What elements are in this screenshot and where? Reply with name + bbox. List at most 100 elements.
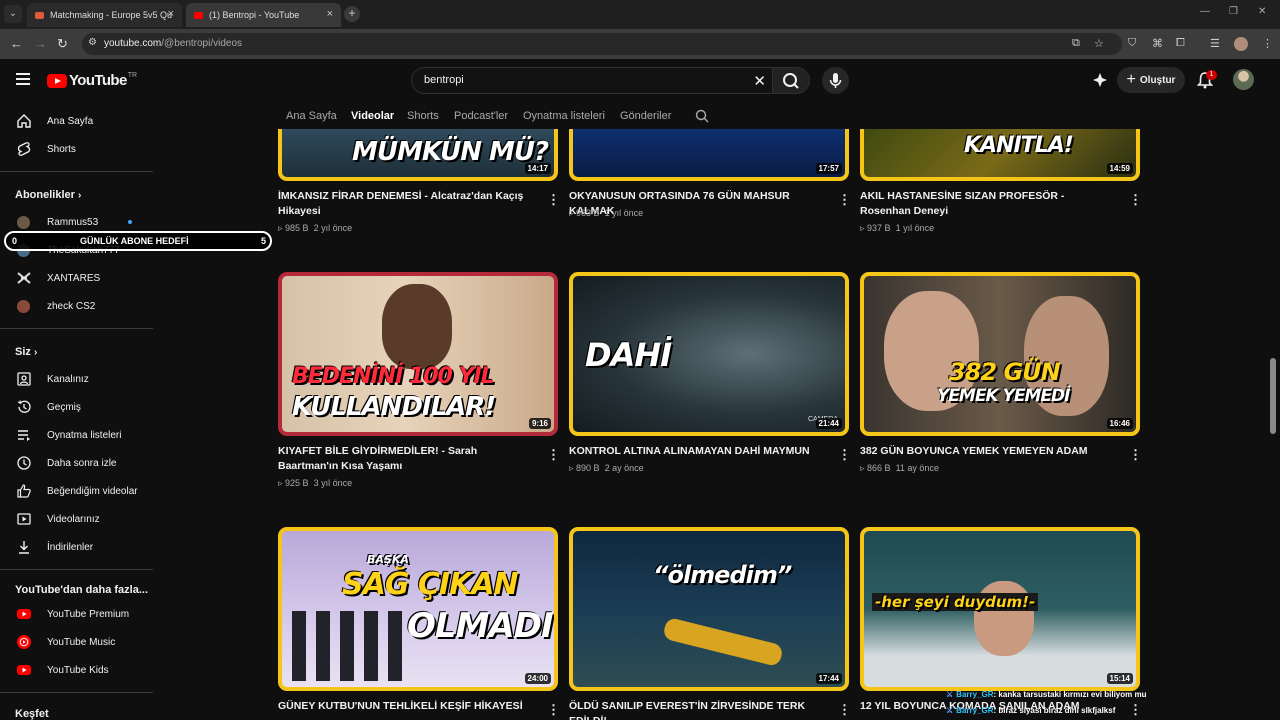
- subscriptions-heading[interactable]: Abonelikler ›: [15, 189, 81, 201]
- maximize-icon[interactable]: ❐: [1229, 6, 1238, 17]
- chat-username: Barry_GR: [956, 706, 994, 715]
- youtube-logo[interactable]: YouTube TR: [47, 72, 137, 89]
- voice-search-button[interactable]: [822, 67, 849, 94]
- site-info-icon[interactable]: ⚙: [88, 37, 97, 48]
- video-title[interactable]: GÜNEY KUTBU'NUN TEHLİKELİ KEŞİF HİKAYESİ: [278, 699, 528, 714]
- sidebar-item-watch-later[interactable]: Daha sonra izle: [0, 451, 158, 475]
- video-title[interactable]: 382 GÜN BOYUNCA YEMEK YEMEYEN ADAM: [860, 444, 1110, 459]
- reload-icon[interactable]: ↻: [57, 36, 68, 52]
- video-views: 925 B: [285, 478, 309, 488]
- video-thumbnail[interactable]: “ölmedim” 17:44: [569, 527, 849, 691]
- sidebar-item-label: YouTube Premium: [47, 608, 130, 620]
- tab-videos[interactable]: Videolar: [351, 110, 394, 122]
- video-title[interactable]: KIYAFET BİLE GİYDİRMEDİLER! - Sarah Baar…: [278, 444, 528, 474]
- history-icon: [16, 399, 32, 415]
- browser-menu-icon[interactable]: ⋮: [1262, 37, 1273, 50]
- sidebar-item-downloads[interactable]: İndirilenler: [0, 535, 158, 559]
- video-thumbnail[interactable]: 382 GÜN YEMEK YEMEDİ 16:46: [860, 272, 1140, 436]
- video-views: 866 B: [867, 463, 891, 473]
- shield-extension-icon[interactable]: ⛉: [1128, 37, 1136, 50]
- video-title[interactable]: ÖLDÜ SANILIP EVEREST'İN ZİRVESİNDE TERK …: [569, 699, 819, 720]
- close-window-icon[interactable]: ✕: [1258, 6, 1266, 17]
- video-menu-icon[interactable]: ⋮: [838, 702, 851, 718]
- tab-posts[interactable]: Gönderiler: [620, 110, 671, 122]
- video-menu-icon[interactable]: ⋮: [1129, 192, 1142, 208]
- watch-later-icon: [16, 455, 32, 471]
- video-menu-icon[interactable]: ⋮: [1129, 702, 1142, 718]
- video-title[interactable]: KONTROL ALTINA ALINAMAYAN DAHİ MAYMUN: [569, 444, 819, 459]
- sidebar-item-your-videos[interactable]: Videolarınız: [0, 507, 158, 531]
- reading-list-icon[interactable]: ☰: [1210, 37, 1220, 50]
- search-button[interactable]: [772, 67, 810, 94]
- puzzle-extension-icon[interactable]: ⧠: [1176, 37, 1185, 50]
- forward-icon[interactable]: →: [34, 36, 47, 51]
- tab-home[interactable]: Ana Sayfa: [286, 110, 337, 122]
- sidebar-item-playlists[interactable]: Oynatma listeleri: [0, 423, 158, 447]
- new-content-dot: [128, 220, 132, 224]
- sidebar-item-youtube-music[interactable]: YouTube Music: [0, 630, 158, 654]
- video-thumbnail[interactable]: MÜMKÜN MÜ? 14:17: [278, 129, 558, 181]
- sidebar-item-youtube-premium[interactable]: YouTube Premium: [0, 602, 158, 626]
- profile-avatar[interactable]: [1234, 37, 1248, 51]
- sidebar-item-xantares[interactable]: XANTARES: [0, 266, 158, 290]
- video-title[interactable]: AKIL HASTANESİNE SIZAN PROFESÖR - Rosenh…: [860, 189, 1110, 219]
- video-thumbnail[interactable]: -her şeyi duydum!- 15:14: [860, 527, 1140, 691]
- video-thumbnail[interactable]: BAŞKA SAĞ ÇIKAN OLMADI 24:00: [278, 527, 558, 691]
- back-icon[interactable]: ←: [10, 36, 23, 51]
- your-videos-icon: [16, 511, 32, 527]
- new-tab-button[interactable]: +: [344, 6, 360, 22]
- tab-playlists[interactable]: Oynatma listeleri: [523, 110, 605, 122]
- sidebar-item-youtube-kids[interactable]: YouTube Kids: [0, 658, 158, 682]
- cast-icon[interactable]: ⧉: [1072, 37, 1080, 50]
- search-input[interactable]: bentropi ✕: [411, 67, 773, 94]
- bookmark-star-icon[interactable]: ☆: [1094, 37, 1104, 50]
- tab-shorts[interactable]: Shorts: [407, 110, 439, 122]
- clear-search-icon[interactable]: ✕: [753, 72, 766, 90]
- url-text: youtube.com/@bentropi/videos: [104, 38, 242, 49]
- video-views: 985 B: [285, 223, 309, 233]
- minimize-icon[interactable]: —: [1200, 6, 1210, 17]
- microphone-icon: [829, 73, 842, 88]
- sidebar-item-history[interactable]: Geçmiş: [0, 395, 158, 419]
- address-bar[interactable]: ⚙ youtube.com/@bentropi/videos ⧉ ☆: [82, 33, 1122, 55]
- sidebar-item-shorts[interactable]: Shorts: [0, 137, 158, 161]
- video-menu-icon[interactable]: ⋮: [547, 447, 560, 463]
- thumbnail-text: KULLANDILAR!: [292, 392, 496, 422]
- youtube-header: YouTube TR bentropi ✕ + Oluştur 1: [0, 59, 1280, 103]
- video-thumbnail[interactable]: DAHİ CAMERA 21:44: [569, 272, 849, 436]
- create-button[interactable]: + Oluştur: [1117, 67, 1185, 93]
- extension-icon[interactable]: ⌘: [1152, 37, 1163, 50]
- video-title[interactable]: İMKANSIZ FİRAR DENEMESİ - Alcatraz'dan K…: [278, 189, 528, 219]
- sidebar-item-your-channel[interactable]: Kanalınız: [0, 367, 158, 391]
- url-host: youtube.com: [104, 38, 162, 49]
- chevron-right-icon: ›: [33, 347, 38, 358]
- video-duration: 24:00: [524, 673, 551, 684]
- close-tab-icon[interactable]: ×: [327, 8, 333, 20]
- video-menu-icon[interactable]: ⋮: [838, 192, 851, 208]
- video-thumbnail[interactable]: BEDENİNİ 100 YIL KULLANDILAR! 9:16: [278, 272, 558, 436]
- account-avatar[interactable]: [1233, 69, 1254, 90]
- video-menu-icon[interactable]: ⋮: [838, 447, 851, 463]
- tab-search-menu-icon[interactable]: ⌄: [4, 5, 22, 23]
- url-path: /@bentropi/videos: [161, 38, 243, 49]
- sidebar-item-home[interactable]: Ana Sayfa: [0, 109, 158, 133]
- close-tab-icon[interactable]: ×: [168, 8, 174, 20]
- tab-podcasts[interactable]: Podcast'ler: [454, 110, 508, 122]
- sidebar-divider: [0, 692, 153, 693]
- video-thumbnail[interactable]: KANITLA! 14:59: [860, 129, 1140, 181]
- video-menu-icon[interactable]: ⋮: [547, 702, 560, 718]
- video-menu-icon[interactable]: ⋮: [1129, 447, 1142, 463]
- video-menu-icon[interactable]: ⋮: [547, 192, 560, 208]
- page-scrollbar[interactable]: [1270, 358, 1276, 434]
- video-thumbnail[interactable]: 17:57: [569, 129, 849, 181]
- menu-icon[interactable]: [16, 73, 30, 85]
- cast-sparkle-icon[interactable]: [1092, 72, 1108, 88]
- sidebar-item-liked-videos[interactable]: Beğendiğim videolar: [0, 479, 158, 503]
- thumbnail-text: BAŞKA: [367, 553, 409, 566]
- browser-tab-matchmaking[interactable]: Matchmaking - Europe 5v5 Qu ×: [27, 3, 182, 27]
- channel-search-icon[interactable]: [695, 109, 709, 123]
- video-age: 2 yıl önce: [313, 223, 353, 233]
- browser-tab-youtube[interactable]: (1) Bentropi - YouTube ×: [186, 3, 341, 27]
- you-heading[interactable]: Siz ›: [15, 346, 37, 358]
- sidebar-item-zheck-cs2[interactable]: zheck CS2: [0, 294, 158, 318]
